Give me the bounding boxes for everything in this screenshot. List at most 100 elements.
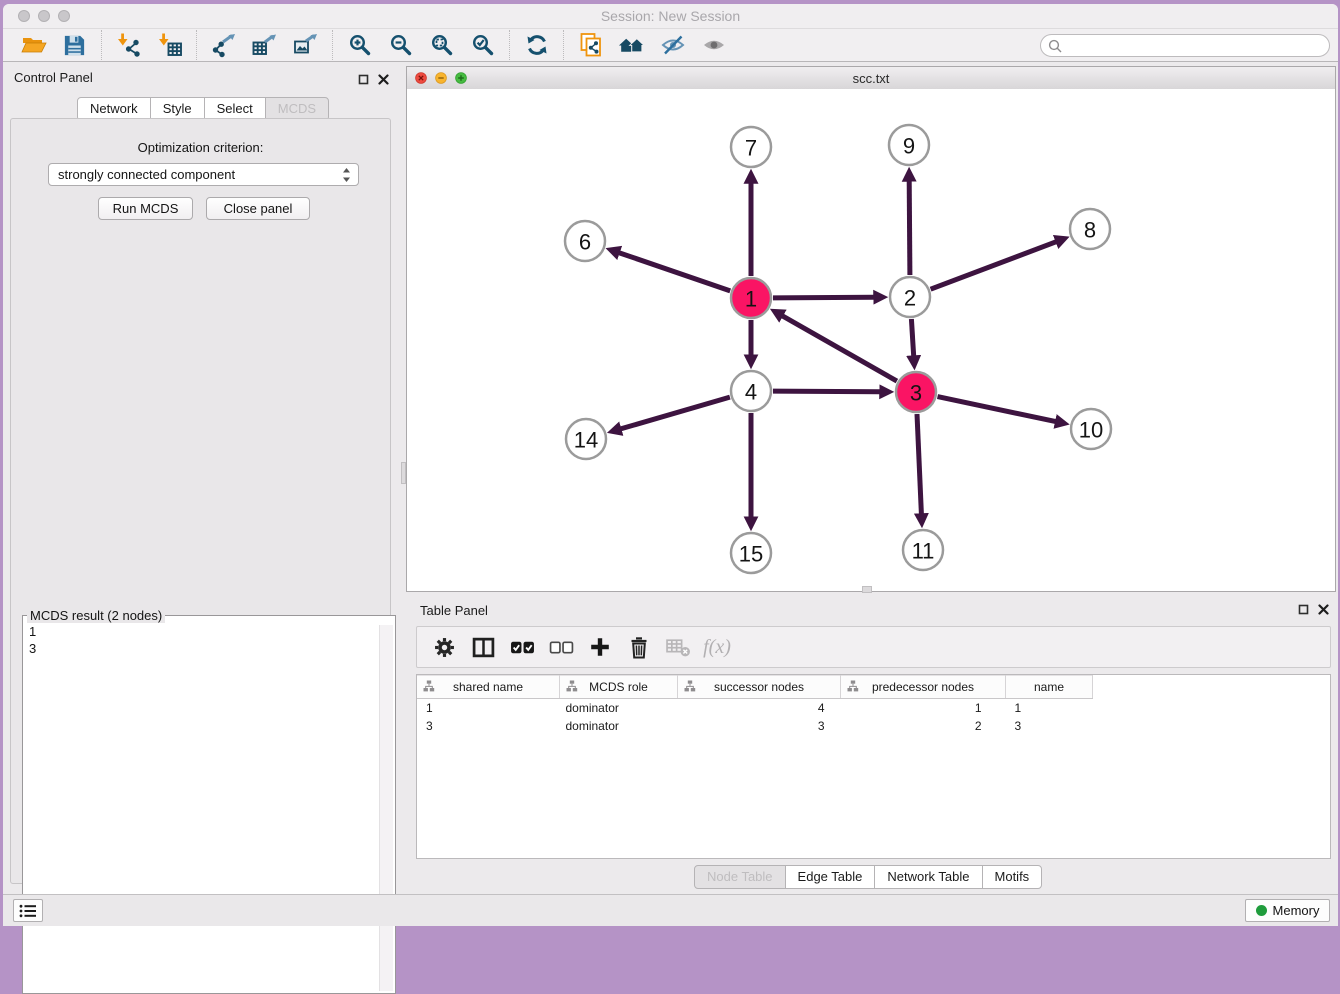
graph-edge-2-9[interactable] [909, 181, 910, 275]
graph-edge-4-3[interactable] [773, 391, 880, 392]
run-mcds-button[interactable]: Run MCDS [98, 197, 193, 220]
table-cell[interactable]: dominator [560, 699, 678, 718]
canvas-resize-handle[interactable] [862, 586, 872, 593]
toolbar-separator [101, 30, 102, 60]
unselect-all-icon[interactable] [546, 634, 576, 660]
network-window-title-bar[interactable]: scc.txt [407, 67, 1335, 90]
graph-edge-2-8[interactable] [931, 242, 1057, 290]
memory-button-label: Memory [1273, 903, 1320, 918]
import-network-icon[interactable] [115, 32, 142, 59]
criterion-dropdown[interactable]: strongly connected component [48, 163, 359, 186]
table-row[interactable]: 1dominator411 [417, 699, 1093, 718]
graph-node-label-15: 15 [739, 542, 763, 567]
zoom-out-icon[interactable] [387, 32, 414, 59]
graph-edge-3-1[interactable] [782, 316, 897, 381]
select-all-icon[interactable] [507, 634, 537, 660]
graph-edge-1-6[interactable] [619, 253, 730, 291]
graph-edge-2-3[interactable] [911, 319, 913, 356]
tab-motifs[interactable]: Motifs [982, 865, 1043, 889]
close-panel-button[interactable]: Close panel [206, 197, 310, 220]
control-panel-title: Control Panel [14, 70, 93, 85]
network-canvas[interactable]: 1234678910111415 [407, 89, 1335, 591]
open-session-icon[interactable] [20, 32, 47, 59]
node-table-header-row: shared nameMCDS rolesuccessor nodesprede… [417, 676, 1093, 699]
criterion-value: strongly connected component [58, 167, 235, 182]
show-all-icon[interactable] [700, 32, 727, 59]
graph-node-label-4: 4 [745, 380, 757, 405]
clone-network-icon[interactable] [577, 32, 604, 59]
graph-edge-3-10[interactable] [938, 397, 1056, 422]
graph-edge-1-2[interactable] [773, 297, 874, 298]
graph-node-label-11: 11 [912, 539, 935, 564]
graph-node-label-10: 10 [1079, 418, 1103, 443]
search-box[interactable] [1040, 34, 1330, 57]
tab-node-table[interactable]: Node Table [694, 865, 786, 889]
optimization-criterion-label: Optimization criterion: [11, 140, 390, 155]
network-close-icon[interactable] [415, 72, 427, 84]
table-cell[interactable]: 3 [417, 717, 560, 735]
import-table-icon[interactable] [156, 32, 183, 59]
export-table-icon[interactable] [251, 32, 278, 59]
table-cell[interactable]: 1 [841, 699, 1006, 718]
table-cell[interactable]: 4 [678, 699, 841, 718]
network-graph: 1234678910111415 [407, 89, 1335, 591]
mcds-result-line: 3 [23, 640, 395, 657]
node-table[interactable]: shared nameMCDS rolesuccessor nodesprede… [416, 674, 1331, 859]
search-input[interactable] [1067, 37, 1329, 54]
table-options-icon[interactable] [429, 634, 459, 660]
main-title-bar: Session: New Session [3, 4, 1338, 28]
export-network-icon[interactable] [210, 32, 237, 59]
table-cell[interactable]: 1 [1006, 699, 1093, 718]
table-panel-tabs: Node TableEdge TableNetwork TableMotifs [694, 865, 1042, 889]
hide-selected-icon[interactable] [659, 32, 686, 59]
table-cell[interactable]: 3 [678, 717, 841, 735]
result-scrollbar[interactable] [379, 625, 393, 991]
zoom-fit-icon[interactable] [428, 32, 455, 59]
tab-network-table[interactable]: Network Table [874, 865, 982, 889]
table-cell[interactable]: dominator [560, 717, 678, 735]
float-panel-icon[interactable] [358, 74, 369, 85]
close-table-panel-icon[interactable] [1318, 604, 1329, 615]
function-builder-icon[interactable]: f(x) [702, 634, 732, 660]
first-neighbors-icon[interactable] [618, 32, 645, 59]
table-cell[interactable]: 2 [841, 717, 1006, 735]
network-view-window: scc.txt 1234678910111415 [406, 66, 1336, 592]
column-header-successor-nodes[interactable]: successor nodes [678, 676, 841, 699]
panel-divider-handle[interactable] [401, 462, 406, 484]
close-panel-icon[interactable] [378, 74, 389, 85]
graph-node-label-8: 8 [1084, 218, 1096, 243]
delete-column-icon[interactable] [624, 634, 654, 660]
show-task-history-button[interactable] [13, 899, 43, 922]
delete-table-icon[interactable] [663, 634, 693, 660]
table-cell[interactable]: 3 [1006, 717, 1093, 735]
column-header-MCDS-role[interactable]: MCDS role [560, 676, 678, 699]
create-column-icon[interactable] [585, 634, 615, 660]
tab-edge-table[interactable]: Edge Table [785, 865, 876, 889]
table-cell[interactable]: 1 [417, 699, 560, 718]
column-header-shared-name[interactable]: shared name [417, 676, 560, 699]
table-row[interactable]: 3dominator323 [417, 717, 1093, 735]
table-panel-title: Table Panel [420, 603, 488, 618]
network-window-title: scc.txt [407, 71, 1335, 86]
export-image-icon[interactable] [292, 32, 319, 59]
zoom-selected-icon[interactable] [469, 32, 496, 59]
zoom-in-icon[interactable] [346, 32, 373, 59]
column-header-name[interactable]: name [1006, 676, 1093, 699]
toolbar-separator [509, 30, 510, 60]
float-table-panel-icon[interactable] [1298, 604, 1309, 615]
search-icon [1048, 39, 1062, 53]
graph-node-label-7: 7 [745, 136, 757, 161]
main-toolbar [3, 28, 1338, 62]
graph-node-label-9: 9 [903, 134, 915, 159]
graph-edge-4-14[interactable] [621, 397, 730, 429]
apply-layout-icon[interactable] [523, 32, 550, 59]
graph-edge-3-11[interactable] [917, 414, 921, 514]
mcds-result-box: MCDS result (2 nodes) 13 [22, 608, 396, 994]
save-session-icon[interactable] [61, 32, 88, 59]
network-maximize-icon[interactable] [455, 72, 467, 84]
column-header-predecessor-nodes[interactable]: predecessor nodes [841, 676, 1006, 699]
memory-button[interactable]: Memory [1245, 899, 1330, 922]
show-column-icon[interactable] [468, 634, 498, 660]
toolbar-separator [332, 30, 333, 60]
network-minimize-icon[interactable] [435, 72, 447, 84]
